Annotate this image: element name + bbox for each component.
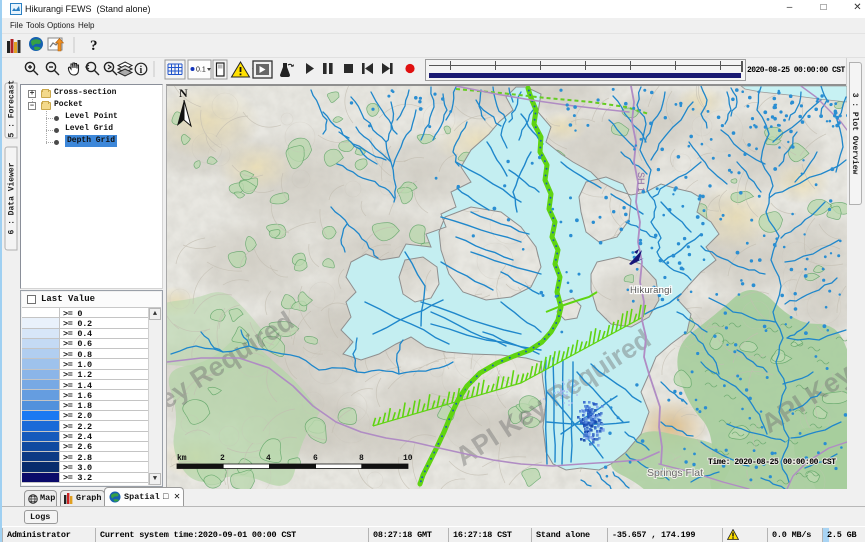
svg-text:10: 10 bbox=[403, 454, 413, 463]
svg-text:SH 1: SH 1 bbox=[636, 172, 646, 192]
svg-text:8: 8 bbox=[359, 454, 364, 463]
svg-text:2: 2 bbox=[220, 454, 225, 463]
svg-text:4: 4 bbox=[266, 454, 271, 463]
svg-text:N: N bbox=[179, 86, 188, 100]
svg-text:?: ? bbox=[90, 38, 98, 54]
svg-text:Springs Flat: Springs Flat bbox=[647, 467, 703, 479]
svg-text:0.1: 0.1 bbox=[196, 67, 206, 74]
svg-text:Hikurangi: Hikurangi bbox=[630, 285, 672, 296]
svg-text:6: 6 bbox=[313, 454, 318, 463]
svg-text:Time: 2020-08-25 00:00:00 CST: Time: 2020-08-25 00:00:00 CST bbox=[708, 458, 836, 467]
svg-text:i: i bbox=[140, 65, 143, 76]
svg-text:km: km bbox=[177, 454, 187, 463]
